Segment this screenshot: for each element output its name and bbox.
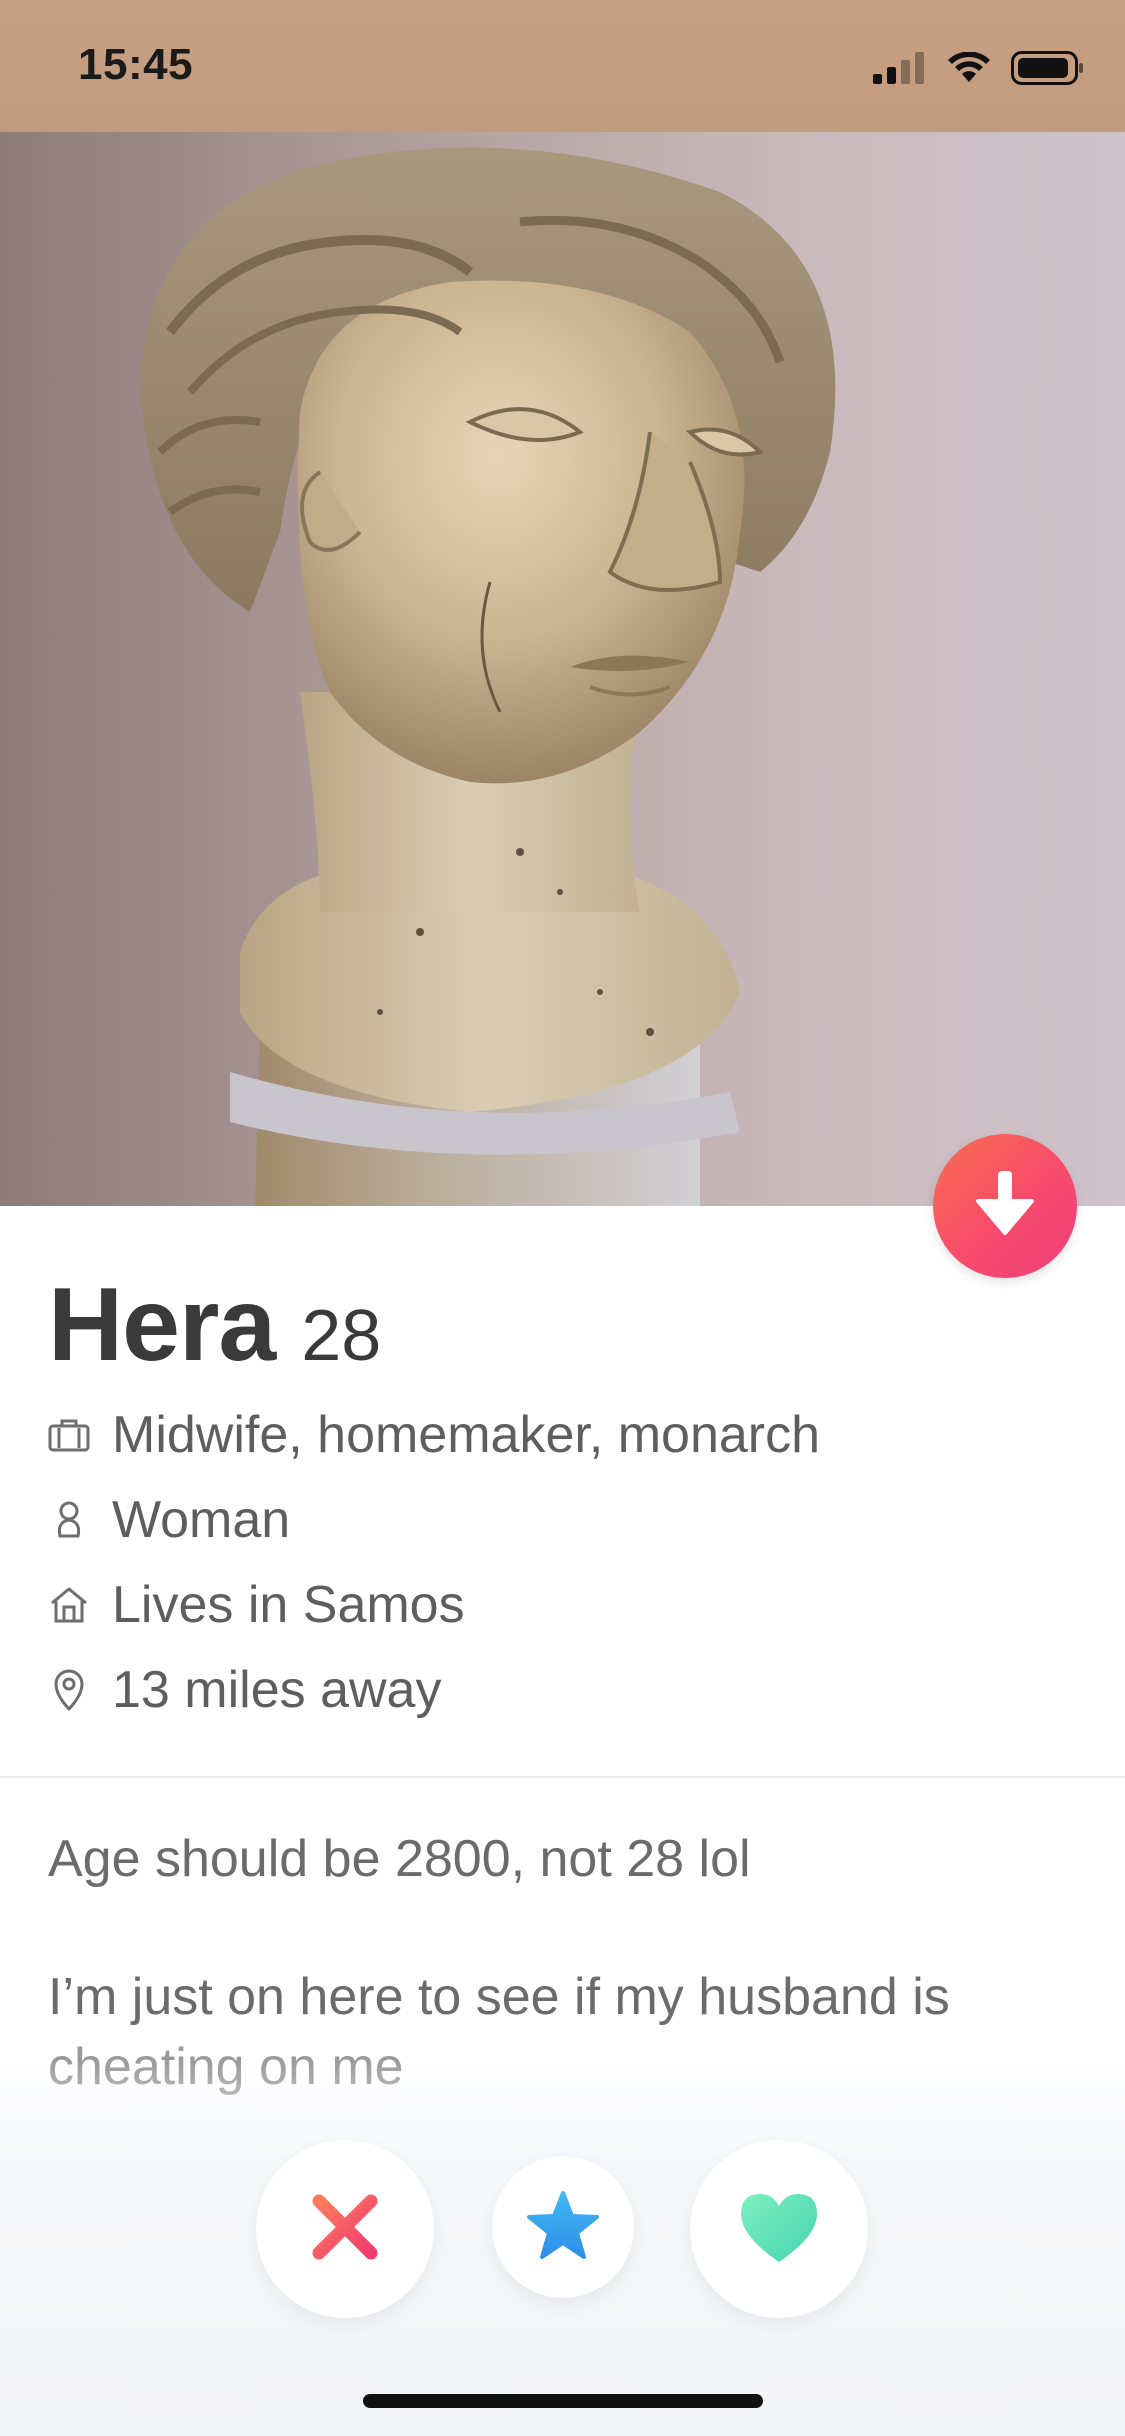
detail-distance: 13 miles away xyxy=(48,1655,441,1725)
heart-icon xyxy=(737,2190,821,2269)
name-age-row: Hera 28 xyxy=(48,1266,381,1385)
home-indicator[interactable] xyxy=(363,2394,763,2408)
arrow-down-icon xyxy=(974,1170,1036,1242)
detail-text: Lives in Samos xyxy=(112,1576,465,1634)
location-pin-icon xyxy=(48,1669,90,1711)
detail-residence: Lives in Samos xyxy=(48,1570,465,1640)
status-time: 15:45 xyxy=(78,40,194,89)
wifi-icon xyxy=(947,50,991,89)
status-icons xyxy=(873,50,1085,90)
nope-button[interactable] xyxy=(256,2140,434,2318)
status-bar: 15:45 xyxy=(0,0,1125,132)
profile-age: 28 xyxy=(301,1296,382,1376)
bio-line: I’m just on here to see if my husband is xyxy=(48,1968,950,2026)
detail-text: Woman xyxy=(112,1491,291,1549)
close-icon xyxy=(309,2191,381,2268)
detail-job: Midwife, homemaker, monarch xyxy=(48,1400,820,1470)
gender-icon xyxy=(48,1499,90,1541)
battery-icon xyxy=(1011,50,1085,90)
star-icon xyxy=(525,2189,601,2266)
briefcase-icon xyxy=(48,1414,90,1456)
cellular-signal-icon xyxy=(873,51,927,89)
home-icon xyxy=(48,1584,90,1626)
section-divider xyxy=(0,1776,1125,1778)
bio-line: Age should be 2800, not 28 lol xyxy=(48,1830,751,1888)
detail-text: 13 miles away xyxy=(112,1661,442,1719)
profile-name: Hera xyxy=(48,1267,276,1383)
super-like-button[interactable] xyxy=(492,2156,634,2298)
profile-photo[interactable] xyxy=(0,132,1125,1206)
collapse-profile-button[interactable] xyxy=(933,1134,1077,1278)
detail-text: Midwife, homemaker, monarch xyxy=(112,1406,821,1464)
bio-fade-overlay xyxy=(0,2060,1125,2160)
like-button[interactable] xyxy=(690,2140,868,2318)
marble-bust-photo xyxy=(140,147,836,1206)
detail-gender: Woman xyxy=(48,1485,290,1555)
